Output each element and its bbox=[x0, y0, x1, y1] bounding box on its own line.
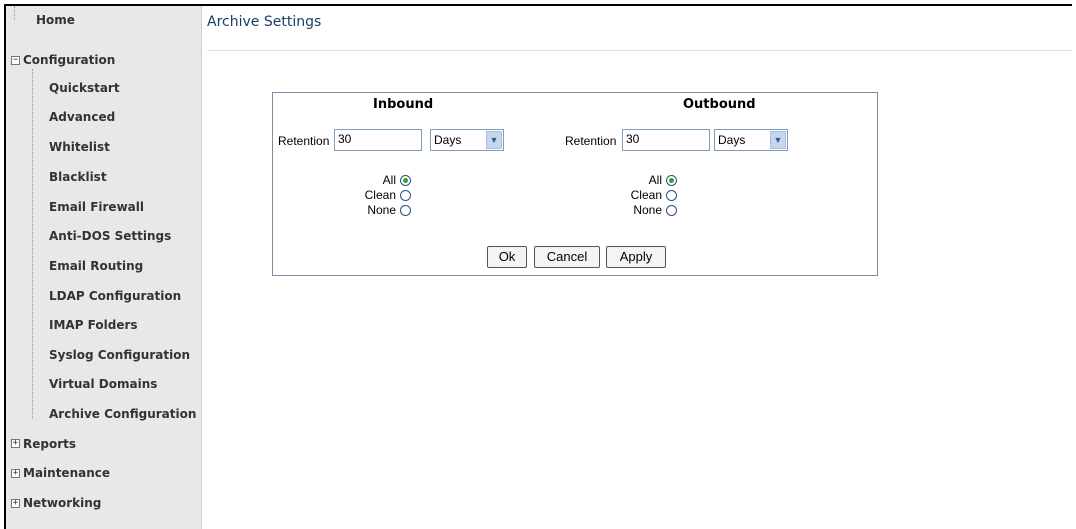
sidebar-item-archive-configuration[interactable]: Archive Configuration bbox=[49, 400, 196, 429]
outbound-none-label: None bbox=[633, 203, 662, 217]
page-title: Archive Settings bbox=[207, 14, 322, 30]
chevron-down-icon: ▼ bbox=[770, 131, 786, 149]
outbound-all-radio[interactable] bbox=[666, 175, 677, 186]
outbound-all-label: All bbox=[648, 173, 662, 187]
sidebar-item-email-routing[interactable]: Email Routing bbox=[49, 252, 143, 281]
sidebar-item-maintenance[interactable]: Maintenance bbox=[23, 459, 110, 488]
inbound-retention-label: Retention bbox=[278, 134, 330, 148]
inbound-unit-value: Days bbox=[434, 133, 462, 147]
apply-button[interactable]: Apply bbox=[606, 246, 666, 268]
inbound-all-label: All bbox=[382, 173, 396, 187]
outbound-unit-value: Days bbox=[718, 133, 746, 147]
sidebar-item-quickstart[interactable]: Quickstart bbox=[49, 74, 120, 103]
sidebar-item-networking[interactable]: Networking bbox=[23, 489, 101, 518]
sidebar-item-ldap-configuration[interactable]: LDAP Configuration bbox=[49, 282, 181, 311]
sidebar-item-blacklist[interactable]: Blacklist bbox=[49, 163, 107, 192]
sidebar-item-configuration[interactable]: Configuration bbox=[23, 46, 115, 75]
inbound-heading: Inbound bbox=[373, 97, 434, 112]
outbound-heading: Outbound bbox=[683, 97, 756, 112]
chevron-down-icon: ▼ bbox=[486, 131, 502, 149]
inbound-clean-label: Clean bbox=[364, 188, 396, 202]
inbound-none-radio[interactable] bbox=[400, 205, 411, 216]
outbound-none-radio[interactable] bbox=[666, 205, 677, 216]
sidebar-item-anti-dos-settings[interactable]: Anti-DOS Settings bbox=[49, 222, 171, 251]
inbound-unit-select[interactable]: Days ▼ bbox=[430, 129, 504, 151]
title-divider bbox=[207, 50, 1072, 51]
expand-icon[interactable]: + bbox=[11, 499, 20, 508]
outbound-clean-radio[interactable] bbox=[666, 190, 677, 201]
sidebar-item-email-firewall[interactable]: Email Firewall bbox=[49, 193, 144, 222]
sidebar-item-whitelist[interactable]: Whitelist bbox=[49, 133, 110, 162]
sidebar-item-advanced[interactable]: Advanced bbox=[49, 103, 115, 132]
sidebar-item-syslog-configuration[interactable]: Syslog Configuration bbox=[49, 341, 190, 370]
inbound-none-label: None bbox=[367, 203, 396, 217]
sidebar-item-virtual-domains[interactable]: Virtual Domains bbox=[49, 370, 157, 399]
app-frame: Home − Configuration Quickstart Advanced… bbox=[4, 4, 1072, 529]
sidebar-item-home[interactable]: Home bbox=[36, 6, 75, 35]
outbound-retention-input[interactable]: 30 bbox=[622, 129, 710, 151]
outbound-retention-label: Retention bbox=[565, 134, 617, 148]
sidebar-nav: Home − Configuration Quickstart Advanced… bbox=[6, 6, 202, 529]
collapse-icon[interactable]: − bbox=[11, 56, 20, 65]
sidebar-item-reports[interactable]: Reports bbox=[23, 430, 76, 459]
expand-icon[interactable]: + bbox=[11, 439, 20, 448]
ok-button[interactable]: Ok bbox=[487, 246, 527, 268]
inbound-all-radio[interactable] bbox=[400, 175, 411, 186]
outbound-clean-label: Clean bbox=[630, 188, 662, 202]
sidebar-item-imap-folders[interactable]: IMAP Folders bbox=[49, 311, 138, 340]
archive-settings-panel: Inbound Retention 30 Days ▼ All Clean No… bbox=[272, 92, 878, 276]
cancel-button[interactable]: Cancel bbox=[534, 246, 600, 268]
outbound-unit-select[interactable]: Days ▼ bbox=[714, 129, 788, 151]
inbound-retention-input[interactable]: 30 bbox=[334, 129, 422, 151]
expand-icon[interactable]: + bbox=[11, 469, 20, 478]
inbound-clean-radio[interactable] bbox=[400, 190, 411, 201]
